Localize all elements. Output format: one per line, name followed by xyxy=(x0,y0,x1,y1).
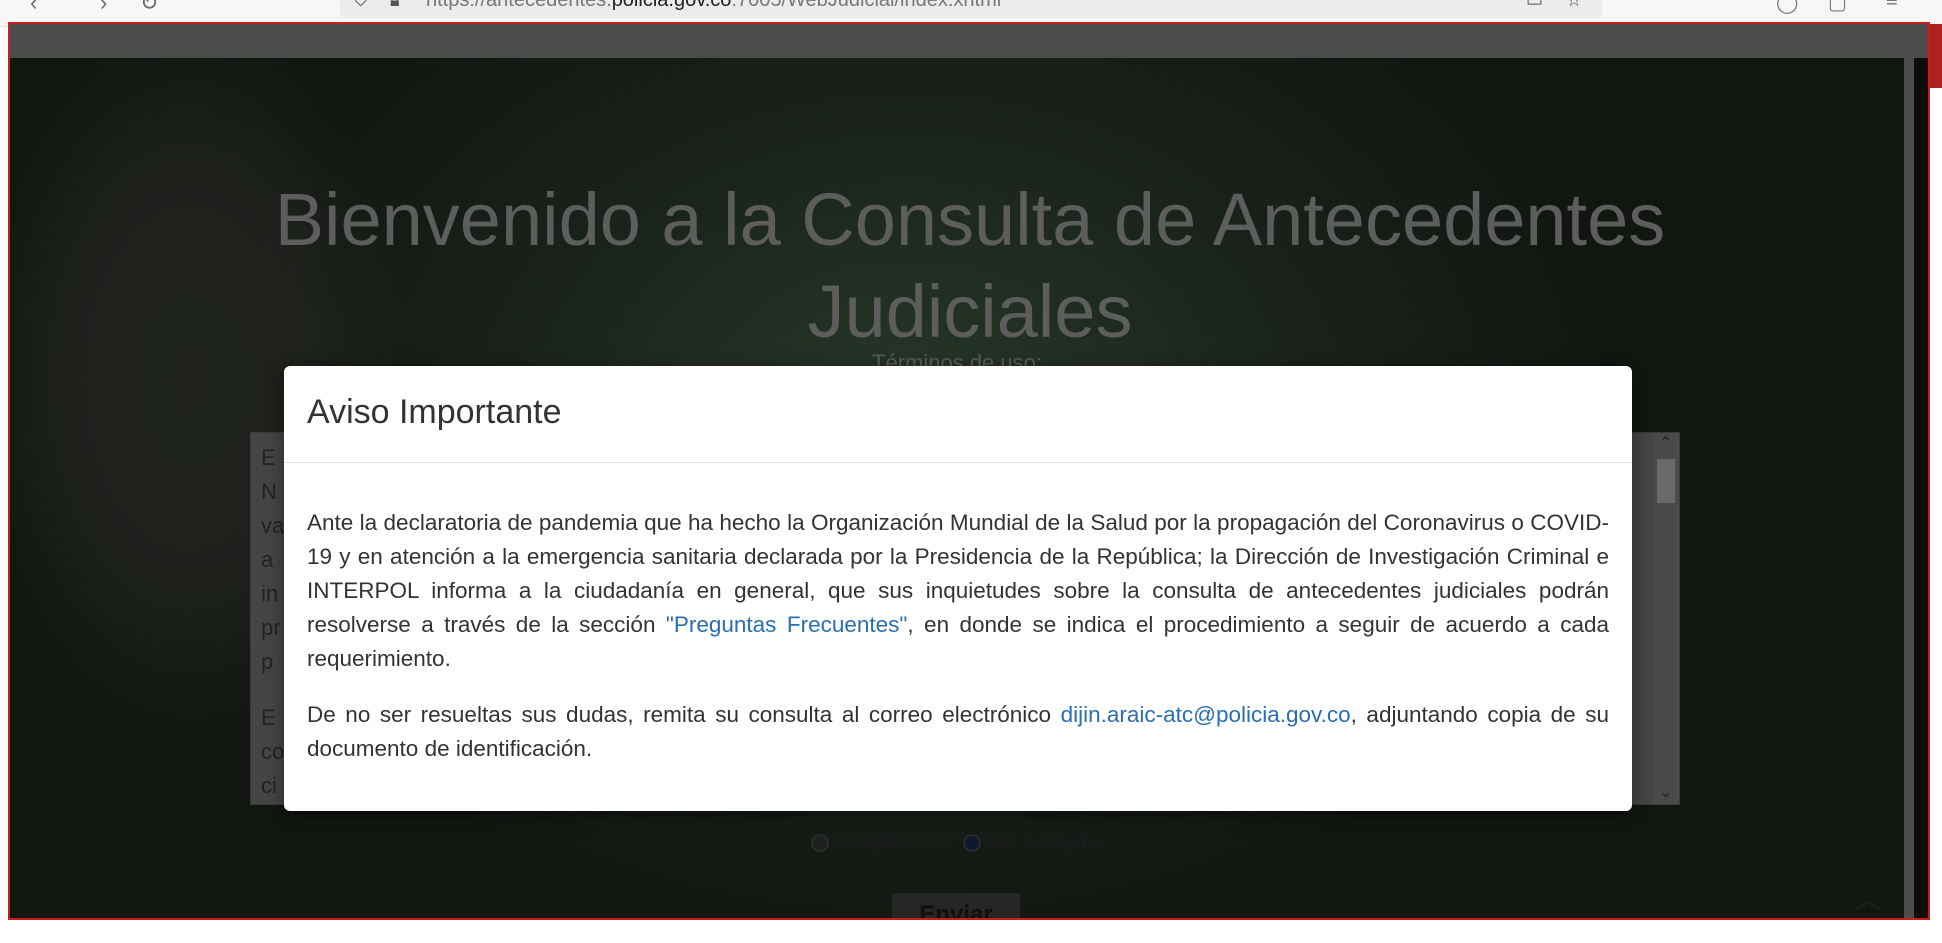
terms-gap xyxy=(261,679,281,701)
terms-text: E N va a in pr p E co ci xyxy=(261,441,285,803)
accept-label: Acepto xyxy=(831,828,913,855)
url-text[interactable]: https://antecedentes.policia.gov.co:7005… xyxy=(426,0,1001,11)
email-link[interactable]: dijin.araic-atc@policia.gov.co xyxy=(1061,702,1351,727)
terms-line: in xyxy=(261,581,279,606)
account-icon[interactable]: ◯ xyxy=(1776,0,1798,15)
modal-body: Ante la declaratoria de pandemia que ha … xyxy=(307,506,1609,788)
url-suffix: :7005/WebJudicial/index.xhtml xyxy=(731,0,1002,11)
reject-radio[interactable] xyxy=(963,833,982,852)
modal-paragraph-1: Ante la declaratoria de pandemia que ha … xyxy=(307,506,1609,676)
lock-icon[interactable]: 🔒︎ xyxy=(390,0,400,11)
reject-label: No Acepto xyxy=(983,828,1103,855)
terms-line: E xyxy=(261,445,276,470)
shield-icon[interactable]: ⛉ xyxy=(354,0,368,11)
url-domain: policia.gov.co xyxy=(611,0,732,11)
modal-header: Aviso Importante xyxy=(284,366,1632,463)
scrollbar-thumb[interactable] xyxy=(1657,459,1675,503)
terms-line: co xyxy=(261,739,285,764)
accept-option[interactable]: Acepto xyxy=(811,828,913,855)
paragraph-text: De no ser resueltas sus dudas, remita su… xyxy=(307,702,1061,727)
page-title: Bienvenido a la Consulta de Antecedentes… xyxy=(274,177,1666,353)
menu-icon[interactable]: ≡ xyxy=(1886,0,1898,13)
back-to-top-icon[interactable]: ︿ xyxy=(1846,878,1890,918)
faq-link[interactable]: "Preguntas Frecuentes" xyxy=(666,612,908,637)
important-notice-modal: Aviso Importante Ante la declaratoria de… xyxy=(284,366,1632,811)
terms-line: p xyxy=(261,649,274,674)
back-arrow-icon[interactable]: ‹ xyxy=(30,0,37,16)
forward-arrow-icon[interactable]: › xyxy=(100,0,107,16)
bookmark-star-icon[interactable]: ☆ xyxy=(1566,0,1582,11)
modal-paragraph-2: De no ser resueltas sus dudas, remita su… xyxy=(307,698,1609,766)
reader-icon[interactable]: ▭ xyxy=(1526,0,1543,11)
terms-line: N xyxy=(261,479,277,504)
terms-line: va xyxy=(261,513,285,538)
window-edge-marker xyxy=(1930,24,1942,88)
terms-line: a xyxy=(261,547,274,572)
terms-radio-group: Acepto No Acepto xyxy=(10,828,1904,856)
modal-title: Aviso Importante xyxy=(307,393,562,431)
url-prefix: https://antecedentes. xyxy=(426,0,612,11)
browser-toolbar: ‹ › ↻ ⛉ 🔒︎ https://antecedentes.policia.… xyxy=(0,0,1942,27)
submit-button[interactable]: Enviar xyxy=(892,893,1020,918)
reject-option[interactable]: No Acepto xyxy=(963,828,1103,855)
terms-scrollbar[interactable]: ⌃ ⌄ xyxy=(1653,433,1679,804)
terms-line: ci xyxy=(261,773,277,798)
accept-radio[interactable] xyxy=(811,833,830,852)
chevron-down-icon[interactable]: ⌄ xyxy=(1659,782,1672,802)
terms-line: pr xyxy=(261,615,281,640)
extensions-icon[interactable]: ▢ xyxy=(1828,0,1847,15)
page-right-edge xyxy=(1914,58,1928,918)
terms-line: E xyxy=(261,705,276,730)
chevron-up-icon[interactable]: ⌃ xyxy=(1659,433,1672,453)
url-bar[interactable]: ⛉ 🔒︎ https://antecedentes.policia.gov.co… xyxy=(340,0,1602,18)
reload-icon[interactable]: ↻ xyxy=(140,0,158,16)
